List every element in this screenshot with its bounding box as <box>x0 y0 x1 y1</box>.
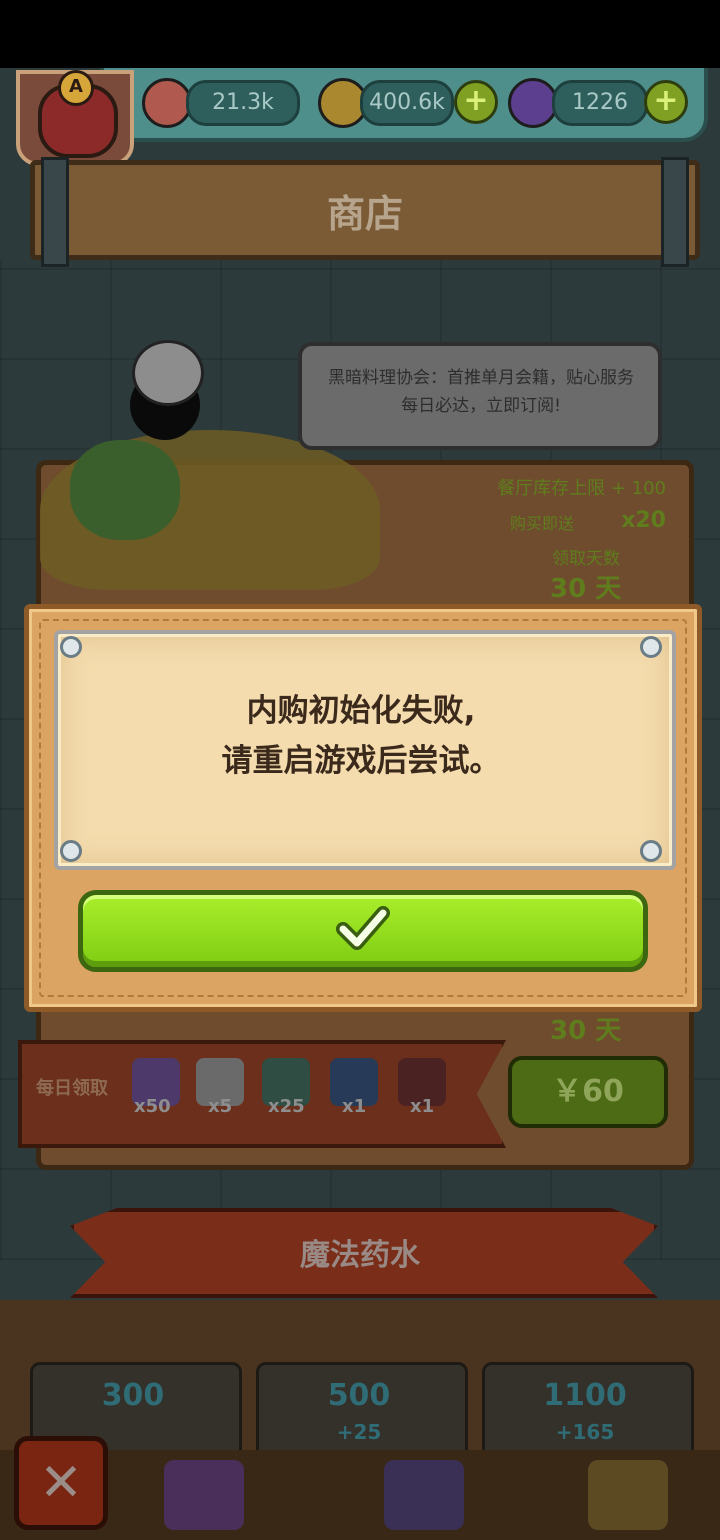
dialog-message: 内购初始化失败, 请重启游戏后尝试。 <box>54 686 668 786</box>
close-button[interactable]: ✕ <box>14 1436 108 1530</box>
buy-bonus-label: 购买即送 <box>509 514 574 533</box>
rivet-icon <box>640 636 662 658</box>
coin-counter: 400.6k <box>360 80 454 126</box>
daily-item-qty: x25 <box>268 1096 305 1117</box>
rivet-icon <box>60 636 82 658</box>
restaurant-limit: 餐厅库存上限 + 100 <box>497 478 666 499</box>
daily-item-qty: x1 <box>342 1096 367 1117</box>
page-title: 商店 <box>326 192 403 236</box>
dialog-message-line-1: 内购初始化失败, <box>246 693 476 729</box>
daily-item-qty: x1 <box>410 1096 435 1117</box>
cards-nav-icon[interactable] <box>164 1460 244 1530</box>
confirm-button[interactable] <box>78 890 648 972</box>
eyeball-icon <box>142 78 192 128</box>
rivet-icon <box>60 840 82 862</box>
daily-label: 每日领取 <box>36 1078 108 1099</box>
status-bar <box>0 0 720 68</box>
shop-title-board: 商店 <box>30 157 700 267</box>
claim-days-value-lower: 30 天 <box>550 1016 622 1046</box>
claim-days-label: 领取天数 <box>552 549 620 569</box>
buy-membership-button[interactable]: ￥60 <box>508 1056 668 1128</box>
pack-amount: 1100 <box>543 1378 627 1413</box>
speech-text: 黑暗料理协会：首推单月会籍，贴心服务每日必达，立即订阅! <box>328 368 634 416</box>
potion-counter: 1226 <box>552 80 648 126</box>
daily-item-qty: x5 <box>208 1096 233 1117</box>
player-avatar[interactable]: A <box>16 70 134 166</box>
potion-icon <box>508 78 558 128</box>
pack-amount: 500 <box>327 1378 391 1413</box>
claim-days-value: 30 天 <box>550 574 622 604</box>
add-coins-button[interactable]: + <box>454 80 498 124</box>
green-sack-image <box>70 440 180 540</box>
chef-hat-icon <box>132 340 204 406</box>
dialog-message-line-2: 请重启游戏后尝试。 <box>221 743 501 779</box>
eyeball-counter: 21.3k <box>186 80 300 126</box>
pack-amount: 300 <box>101 1378 165 1413</box>
pack-bonus: +25 <box>336 1420 382 1444</box>
daily-item-qty: x50 <box>134 1096 171 1117</box>
rivet-icon <box>640 840 662 862</box>
coins-nav-icon[interactable] <box>588 1460 668 1530</box>
potion-nav-icon[interactable] <box>384 1460 464 1530</box>
checkmark-icon <box>336 906 390 950</box>
buy-bonus-qty: x20 <box>621 508 666 533</box>
section-title: 魔法药水 <box>300 1238 420 1273</box>
rank-badge: A <box>58 70 94 106</box>
speech-bubble: 黑暗料理协会：首推单月会籍，贴心服务每日必达，立即订阅! <box>298 342 662 450</box>
add-potions-button[interactable]: + <box>644 80 688 124</box>
pack-bonus: +165 <box>555 1420 615 1444</box>
